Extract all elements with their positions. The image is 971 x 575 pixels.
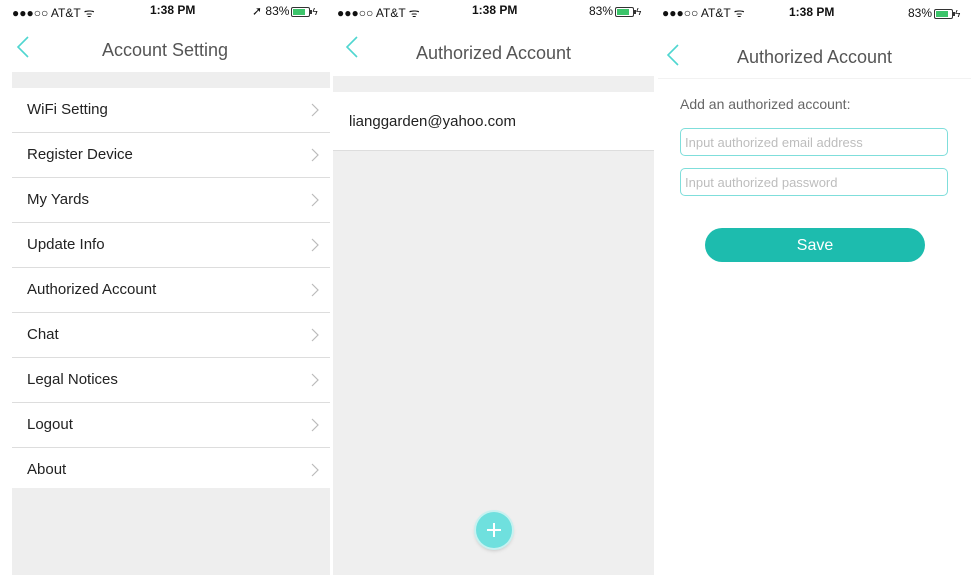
password-field bbox=[680, 168, 948, 196]
carrier-signal: ●●●○○ AT&T ᯤ bbox=[12, 6, 95, 20]
divider bbox=[658, 78, 971, 79]
section-spacer bbox=[12, 72, 330, 88]
settings-menu: WiFi Setting Register Device My Yards Up… bbox=[12, 88, 330, 493]
menu-item-update-info[interactable]: Update Info bbox=[12, 223, 330, 268]
status-time: 1:38 PM bbox=[789, 5, 835, 19]
charging-icon: ϟ bbox=[312, 7, 318, 18]
menu-item-authorized-account[interactable]: Authorized Account bbox=[12, 268, 330, 313]
list-item[interactable]: lianggarden@yahoo.com bbox=[333, 92, 654, 151]
status-time: 1:38 PM bbox=[150, 3, 196, 17]
menu-item-label: Register Device bbox=[27, 146, 133, 163]
menu-item-my-yards[interactable]: My Yards bbox=[12, 178, 330, 223]
empty-area bbox=[12, 488, 330, 575]
menu-item-label: Legal Notices bbox=[27, 371, 118, 388]
battery-indicator: ➚ 83% ϟ bbox=[252, 4, 318, 18]
chevron-right-icon bbox=[311, 238, 319, 252]
battery-icon bbox=[934, 8, 956, 19]
nav-bar: Account Setting bbox=[0, 22, 330, 70]
battery-percent: 83% bbox=[908, 6, 933, 20]
battery-percent: ➚ 83% bbox=[252, 4, 290, 18]
add-authorized-account-screen: ●●●○○ AT&T ᯤ 1:38 PM 83% ϟ Authorized Acc… bbox=[658, 0, 971, 575]
battery-indicator: 83% ϟ bbox=[589, 4, 641, 18]
email-input[interactable] bbox=[681, 129, 947, 155]
chevron-right-icon bbox=[311, 373, 319, 387]
status-bar: ●●●○○ AT&T ᯤ 1:38 PM ➚ 83% ϟ bbox=[0, 0, 330, 22]
menu-item-label: Logout bbox=[27, 416, 73, 433]
menu-item-label: WiFi Setting bbox=[27, 101, 108, 118]
authorized-account-list-screen: ●●●○○ AT&T ᯤ 1:38 PM 83% ϟ Authorized Acc… bbox=[333, 0, 654, 575]
menu-item-label: My Yards bbox=[27, 191, 89, 208]
account-setting-screen: ●●●○○ AT&T ᯤ 1:38 PM ➚ 83% ϟ Account Sett… bbox=[0, 0, 330, 575]
charging-icon: ϟ bbox=[636, 7, 642, 18]
battery-indicator: 83% ϟ bbox=[908, 6, 960, 20]
chevron-right-icon bbox=[311, 463, 319, 477]
page-title: Authorized Account bbox=[415, 43, 572, 63]
menu-item-label: Authorized Account bbox=[27, 281, 157, 298]
charging-icon: ϟ bbox=[955, 9, 961, 20]
plus-circle-icon[interactable] bbox=[476, 512, 512, 548]
menu-item-chat[interactable]: Chat bbox=[12, 313, 330, 358]
chevron-right-icon bbox=[311, 193, 319, 207]
chevron-right-icon bbox=[311, 103, 319, 117]
save-button[interactable]: Save bbox=[705, 228, 925, 262]
page-title: Authorized Account bbox=[736, 47, 893, 67]
menu-item-label: Chat bbox=[27, 326, 59, 343]
carrier-signal: ●●●○○ AT&T ᯤ bbox=[662, 6, 745, 20]
battery-icon bbox=[291, 6, 313, 17]
battery-icon bbox=[615, 6, 637, 17]
password-input[interactable] bbox=[681, 169, 947, 195]
menu-item-wifi-setting[interactable]: WiFi Setting bbox=[12, 88, 330, 133]
carrier-signal: ●●●○○ AT&T ᯤ bbox=[337, 6, 420, 20]
status-time: 1:38 PM bbox=[472, 3, 518, 17]
menu-item-about[interactable]: About bbox=[12, 448, 330, 493]
chevron-right-icon bbox=[311, 283, 319, 297]
email-field bbox=[680, 128, 948, 156]
form-title: Add an authorized account: bbox=[680, 96, 851, 112]
menu-item-logout[interactable]: Logout bbox=[12, 403, 330, 448]
battery-percent: 83% bbox=[589, 4, 614, 18]
menu-item-register-device[interactable]: Register Device bbox=[12, 133, 330, 178]
menu-item-legal-notices[interactable]: Legal Notices bbox=[12, 358, 330, 403]
chevron-right-icon bbox=[311, 328, 319, 342]
chevron-right-icon bbox=[311, 418, 319, 432]
menu-item-label: About bbox=[27, 461, 67, 478]
status-bar: ●●●○○ AT&T ᯤ 1:38 PM 83% ϟ bbox=[333, 0, 654, 22]
nav-bar: Authorized Account bbox=[333, 22, 654, 70]
chevron-right-icon bbox=[311, 148, 319, 162]
nav-bar: Authorized Account bbox=[658, 22, 971, 70]
page-title: Account Setting bbox=[101, 40, 229, 60]
menu-item-label: Update Info bbox=[27, 236, 105, 253]
account-email: lianggarden@yahoo.com bbox=[349, 113, 516, 130]
status-bar: ●●●○○ AT&T ᯤ 1:38 PM 83% ϟ bbox=[658, 0, 971, 22]
